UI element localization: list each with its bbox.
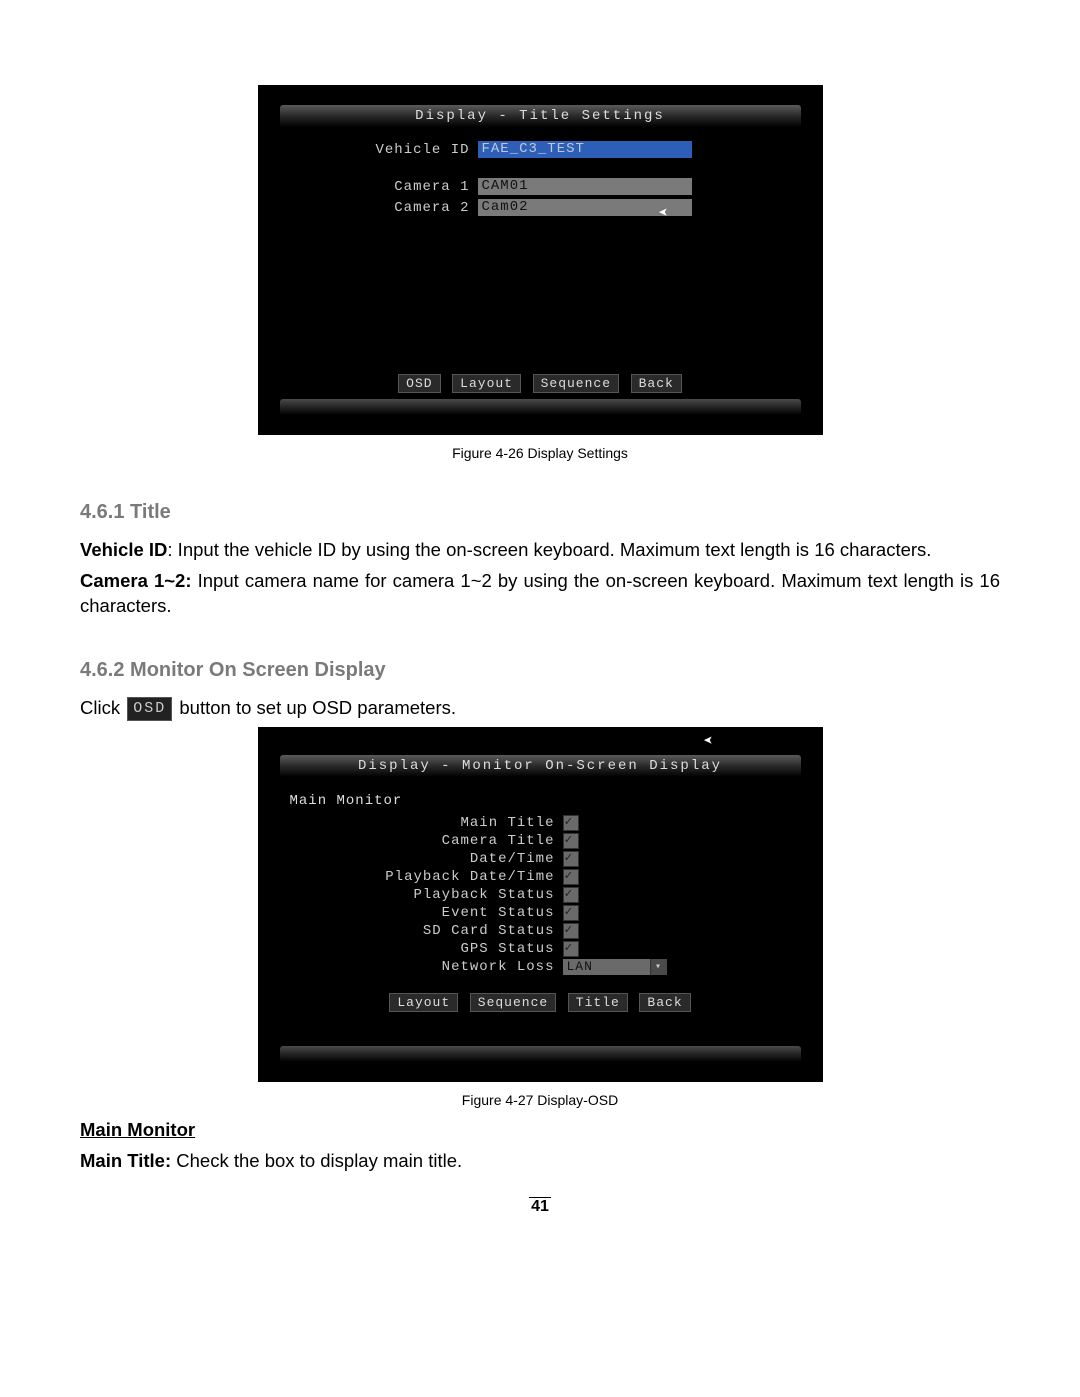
vehicle-id-input[interactable]: FAE_C3_TEST [478,141,692,158]
label-gps-status: GPS Status [310,941,563,957]
camera1-label: Camera 1 [340,179,478,195]
device2-tabs: Layout Sequence Title Back [280,993,801,1012]
checkbox-date-time[interactable] [563,851,579,867]
para-click-osd: Click OSD button to set up OSD parameter… [80,696,1000,721]
label-date-time: Date/Time [310,851,563,867]
tab-osd[interactable]: OSD [398,374,440,393]
para-vehicle-id: Vehicle ID: Input the vehicle ID by usin… [80,538,1000,563]
checkbox-sd-status[interactable] [563,923,579,939]
checkbox-main-title[interactable] [563,815,579,831]
dropdown-network-loss[interactable]: LAN [563,959,667,975]
device2-bottombar [280,1046,801,1062]
tab2-title[interactable]: Title [568,993,628,1012]
figure-caption-1: Figure 4-26 Display Settings [80,445,1000,461]
vehicle-id-label: Vehicle ID [340,142,478,158]
cursor-icon: ➤ [658,203,668,223]
label-network-loss: Network Loss [310,959,563,975]
checkbox-playback-status[interactable] [563,887,579,903]
screenshot-display-title-settings: Display - Title Settings Vehicle ID FAE_… [258,85,823,435]
checkbox-playback-dt[interactable] [563,869,579,885]
tab-layout[interactable]: Layout [452,374,521,393]
para-vehicle-id-bold: Vehicle ID [80,539,167,560]
para-main-title-bold: Main Title: [80,1150,171,1171]
checkbox-camera-title[interactable] [563,833,579,849]
label-playback-status: Playback Status [310,887,563,903]
label-playback-dt: Playback Date/Time [310,869,563,885]
para-main-title: Main Title: Check the box to display mai… [80,1149,1000,1174]
dropdown-network-loss-value: LAN [567,959,593,974]
para-camera-text: Input camera name for camera 1~2 by usin… [80,570,1000,616]
checkbox-event-status[interactable] [563,905,579,921]
device2-titlebar: Display - Monitor On-Screen Display [280,755,801,777]
main-monitor-label: Main Monitor [280,791,801,815]
tab-back[interactable]: Back [631,374,682,393]
cursor-icon: ➤ [703,731,713,751]
label-sd-status: SD Card Status [310,923,563,939]
para-main-title-text: Check the box to display main title. [171,1150,462,1171]
label-main-title: Main Title [310,815,563,831]
osd-inline-button: OSD [127,697,172,721]
device1-titlebar: Display - Title Settings [280,105,801,127]
label-event-status: Event Status [310,905,563,921]
heading-4-6-1: 4.6.1 Title [80,501,1000,524]
para-camera: Camera 1~2: Input camera name for camera… [80,569,1000,619]
heading-4-6-2: 4.6.2 Monitor On Screen Display [80,659,1000,682]
device1-bottombar [280,399,801,415]
tab2-sequence[interactable]: Sequence [470,993,556,1012]
page-number: 41 [80,1198,1000,1216]
figure-caption-2: Figure 4-27 Display-OSD [80,1092,1000,1108]
device1-tabs: OSD Layout Sequence Back [280,374,801,393]
tab2-layout[interactable]: Layout [389,993,458,1012]
heading-main-monitor: Main Monitor [80,1118,1000,1143]
tab-sequence[interactable]: Sequence [533,374,619,393]
click-post: button to set up OSD parameters. [179,697,456,718]
click-pre: Click [80,697,125,718]
camera1-input[interactable]: CAM01 [478,178,692,195]
para-camera-bold: Camera 1~2: [80,570,192,591]
camera2-label: Camera 2 [340,200,478,216]
para-vehicle-id-text: : Input the vehicle ID by using the on-s… [167,539,931,560]
label-camera-title: Camera Title [310,833,563,849]
screenshot-display-osd: ➤ Display - Monitor On-Screen Display Ma… [258,727,823,1082]
tab2-back[interactable]: Back [639,993,690,1012]
chevron-down-icon[interactable] [650,959,667,975]
checkbox-gps-status[interactable] [563,941,579,957]
